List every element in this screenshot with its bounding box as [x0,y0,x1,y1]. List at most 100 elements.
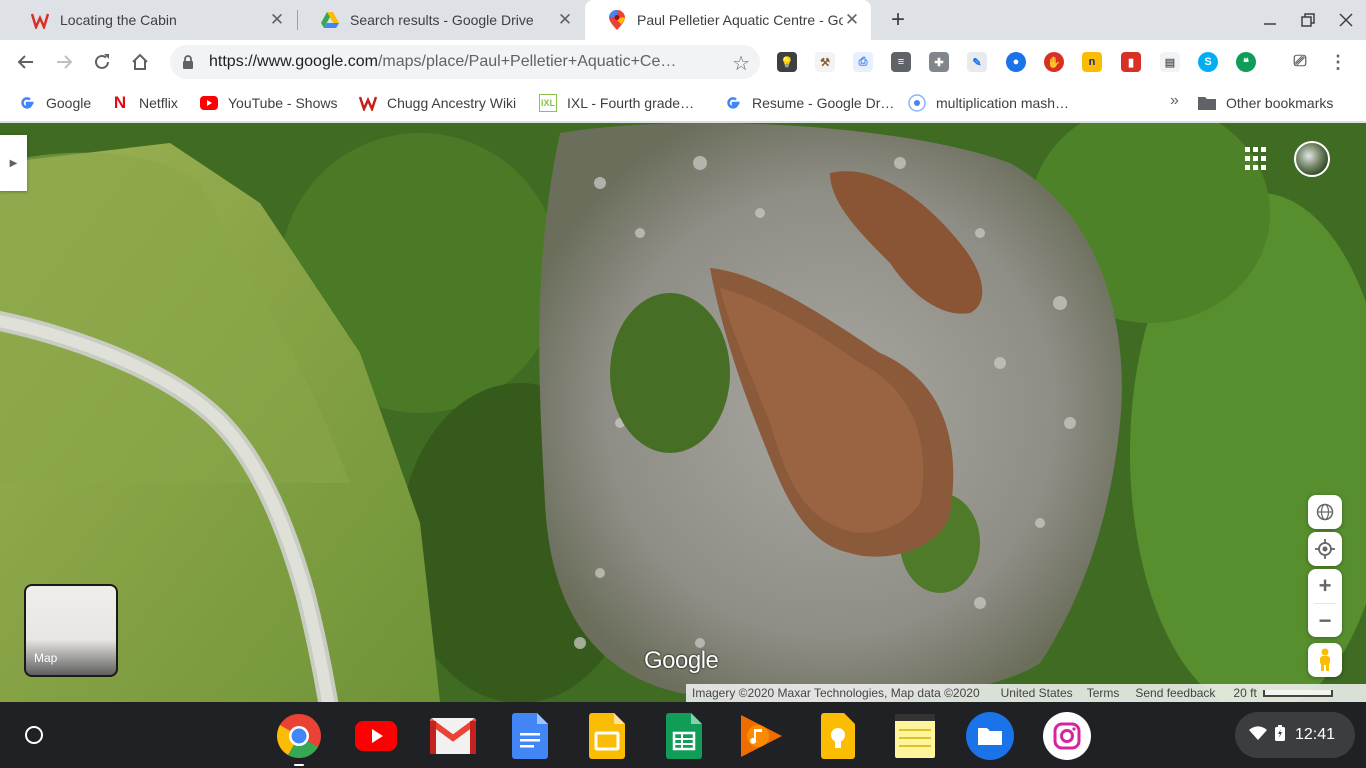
files-icon [966,712,1014,760]
bookmarks-overflow-chevron[interactable]: » [1170,92,1179,110]
launcher-button[interactable] [18,719,50,751]
home-button[interactable] [124,46,156,78]
bookmark-google[interactable]: Google [18,91,91,115]
bookmark-label: multiplication mash… [936,95,1070,111]
bookmarks-bar: Google N Netflix YouTube - Shows Chugg A… [0,84,1366,122]
pegman-icon [1320,648,1330,671]
youtube-icon [200,94,218,112]
back-arrow-icon [17,55,33,69]
close-window-button[interactable] [1328,4,1364,36]
tab-google-maps[interactable]: Paul Pelletier Aquatic Centre - Go ✕ [585,0,871,40]
w-icon [30,10,50,30]
back-button[interactable] [10,46,42,78]
extension-puzzle-icon[interactable]: ✚ [929,52,949,72]
bookmark-label: Google [46,95,92,111]
chromeos-shelf: 12:41 [0,702,1366,768]
extension-hangouts-icon[interactable]: ❝ [1236,52,1256,72]
play-music-app[interactable] [736,711,786,761]
reload-icon [95,54,109,69]
notes-app[interactable] [890,711,940,761]
gmail-app[interactable] [428,711,478,761]
instagram-icon [1043,712,1091,760]
map-layer-toggle[interactable]: Map [24,584,118,677]
bookmark-ixl[interactable]: IXL IXL - Fourth grade… [539,91,694,115]
google-icon [724,94,742,112]
keep-icon [821,713,855,759]
bookmark-other-bookmarks[interactable]: Other bookmarks [1198,91,1333,115]
extension-stack-icon[interactable]: ≡ [891,52,911,72]
extension-skype-icon[interactable]: S [1198,52,1218,72]
google-apps-icon[interactable] [1245,147,1269,171]
google-logo: Google [644,647,719,674]
bookmark-netflix[interactable]: N Netflix [111,91,178,115]
terms-link[interactable]: Terms [1087,686,1120,700]
maps-pin-icon [607,10,627,30]
tab-locating-the-cabin[interactable]: Locating the Cabin ✕ [8,0,296,40]
slides-app[interactable] [582,711,632,761]
keep-app[interactable] [813,711,863,761]
extension-lightbulb-icon[interactable]: 💡 [777,52,797,72]
launcher-circle-icon [25,726,43,744]
globe-icon [1316,503,1334,521]
bookmark-resume[interactable]: Resume - Google Dr… [724,91,894,115]
running-indicator [294,764,304,766]
lock-icon[interactable] [182,55,196,69]
bookmark-multiplication[interactable]: multiplication mash… [908,91,1069,115]
side-panel-toggle[interactable]: ▶ [0,135,27,191]
close-icon[interactable]: ✕ [556,10,574,29]
extension-pdf-icon[interactable]: ▮ [1121,52,1141,72]
pegman-street-view-button[interactable] [1308,643,1342,677]
globe-view-button[interactable] [1308,495,1342,529]
zoom-in-button[interactable]: + [1308,569,1342,603]
target-icon [908,94,926,112]
scale-label[interactable]: 20 ft [1233,686,1256,700]
notes-icon [895,714,935,758]
account-avatar[interactable] [1294,141,1330,177]
files-app[interactable] [965,711,1015,761]
close-icon[interactable]: ✕ [268,10,286,29]
bookmark-label: YouTube - Shows [228,95,338,111]
new-tab-button[interactable]: + [884,6,912,34]
extension-print-icon[interactable]: ⎙ [853,52,873,72]
bookmark-star-icon[interactable]: ☆ [732,51,750,76]
bookmark-label: Other bookmarks [1226,95,1334,111]
maximize-button[interactable] [1290,4,1326,36]
extension-account-icon[interactable]: ● [1006,52,1026,72]
forward-button[interactable] [48,46,80,78]
sheets-app[interactable] [659,711,709,761]
docs-app[interactable] [505,711,555,761]
bookmark-label: Resume - Google Dr… [752,95,895,111]
ixl-icon: IXL [539,94,557,112]
cast-icon[interactable]: ⎚ [1290,52,1310,72]
docs-icon [512,713,548,759]
bookmark-chugg-ancestry-wiki[interactable]: Chugg Ancestry Wiki [359,91,516,115]
bookmark-youtube-shows[interactable]: YouTube - Shows [200,91,337,115]
my-location-button[interactable] [1308,532,1342,566]
home-icon [132,53,148,70]
send-feedback-link[interactable]: Send feedback [1135,686,1215,700]
extension-n-icon[interactable]: n [1082,52,1102,72]
system-tray[interactable]: 12:41 [1235,712,1355,758]
restore-icon [1301,13,1315,27]
bookmark-label: Chugg Ancestry Wiki [387,95,517,111]
instagram-app[interactable] [1042,711,1092,761]
url-path: /maps/place/Paul+Pelletier+Aquatic+Ce… [377,53,677,70]
address-bar[interactable]: https://www.google.com/maps/place/Paul+P… [170,45,760,79]
satellite-map[interactable]: ▶ + − Map Google Imagery ©2020 Maxar Tec… [0,123,1366,702]
extension-document-icon[interactable]: ▤ [1160,52,1180,72]
tab-google-drive[interactable]: Search results - Google Drive ✕ [298,0,584,40]
close-icon[interactable]: ✕ [843,10,861,29]
extension-adblock-icon[interactable]: ✋ [1044,52,1064,72]
bookmark-label: IXL - Fourth grade… [567,95,695,111]
extension-pen-icon[interactable]: ✎ [967,52,987,72]
reload-button[interactable] [86,46,118,78]
youtube-app[interactable] [351,711,401,761]
menu-kebab-icon[interactable]: ⋮ [1328,52,1348,72]
chrome-app[interactable] [274,711,324,761]
extension-treasure-icon[interactable]: ⚒ [815,52,835,72]
zoom-controls: + − [1308,569,1342,637]
minimize-button[interactable] [1252,4,1288,36]
browser-toolbar: https://www.google.com/maps/place/Paul+P… [0,40,1366,84]
zoom-out-button[interactable]: − [1308,604,1342,638]
country-link[interactable]: United States [1001,686,1073,700]
